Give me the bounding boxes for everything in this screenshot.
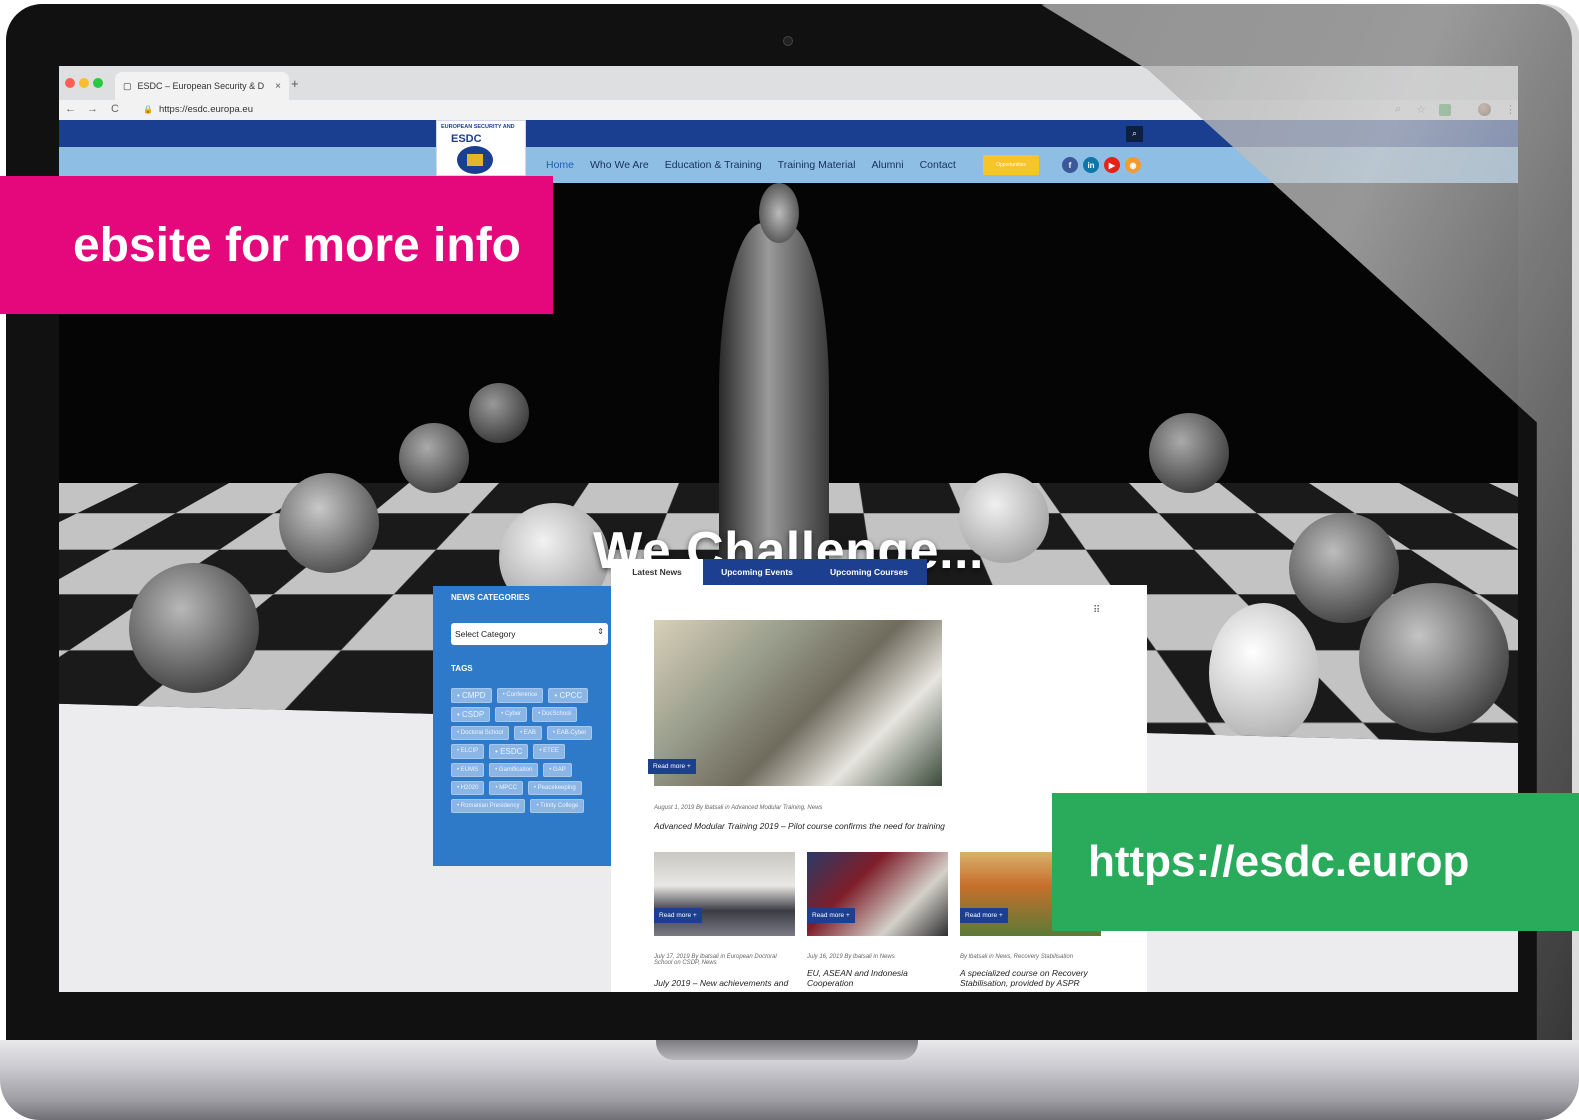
youtube-icon[interactable]: ▶ <box>1104 157 1120 173</box>
esdc-logo[interactable]: EUROPEAN SECURITY AND ESDC <box>436 120 526 176</box>
tag-link[interactable]: CPCC <box>548 688 589 703</box>
tag-link[interactable]: Cyber <box>495 707 528 722</box>
tags-heading: TAGS <box>451 664 473 673</box>
news-headline-link[interactable]: EU, ASEAN and Indonesia Cooperation <box>807 968 922 988</box>
camera-icon <box>783 36 793 46</box>
address-bar: ← → C 🔒 https://esdc.europa.eu ⌕ ☆ ⋮ <box>59 100 1518 120</box>
opportunities-button[interactable]: Opportunities <box>983 155 1039 175</box>
nav-alumni[interactable]: Alumni <box>871 159 903 171</box>
promo-banner-text: ebsite for more info <box>72 218 521 272</box>
chess-pawn-image <box>1359 583 1509 733</box>
profile-avatar[interactable] <box>1478 103 1491 116</box>
tag-link[interactable]: ESDC <box>489 744 529 759</box>
tag-link[interactable]: Conference <box>496 688 544 703</box>
url-text: https://esdc.europa.eu <box>158 104 253 115</box>
browser-menu-icon[interactable]: ⋮ <box>1505 103 1516 116</box>
nav-education-training[interactable]: Education & Training <box>665 159 762 171</box>
close-window-icon[interactable] <box>65 78 75 88</box>
news-categories-heading: NEWS CATEGORIES <box>451 593 530 602</box>
tab-latest-news[interactable]: Latest News <box>611 559 703 585</box>
news-meta: August 1, 2019 By lbatsali in Advanced M… <box>654 805 823 811</box>
reload-button[interactable]: C <box>111 103 119 115</box>
news-photo[interactable] <box>654 620 942 786</box>
extension-icon[interactable] <box>1439 104 1451 116</box>
main-menu: Home Who We Are Education & Training Tra… <box>546 159 956 171</box>
browser-tab-title: ESDC – European Security & D <box>137 81 265 91</box>
lock-icon: 🔒 <box>143 105 153 114</box>
tag-link[interactable]: EUMS <box>451 763 485 777</box>
logo-tagline: EUROPEAN SECURITY AND <box>441 124 515 130</box>
browser-tab-bar: ▢ ESDC – European Security & D × + <box>59 66 1518 100</box>
news-sidebar: NEWS CATEGORIES Select Category ⇕ TAGS C… <box>433 586 611 866</box>
nav-contact[interactable]: Contact <box>920 159 956 171</box>
chess-king-cross-image <box>759 183 799 243</box>
linkedin-icon[interactable]: in <box>1083 157 1099 173</box>
tag-link[interactable]: Romanian Presidency <box>451 799 526 813</box>
tag-link[interactable]: DocSchool <box>532 707 577 722</box>
tab-upcoming-courses[interactable]: Upcoming Courses <box>811 559 927 585</box>
promo-banner-pink: ebsite for more info <box>0 176 553 314</box>
news-meta: July 17, 2019 By lbatsali in European Do… <box>654 954 777 966</box>
tag-link[interactable]: CMPD <box>451 688 492 703</box>
category-select-value: Select Category <box>455 629 516 639</box>
url-banner-green: https://esdc.europ <box>1052 793 1579 931</box>
read-more-button[interactable]: Read more + <box>654 908 702 923</box>
laptop-hinge-notch <box>656 1040 918 1060</box>
tab-upcoming-events[interactable]: Upcoming Events <box>703 559 811 585</box>
zoom-icon[interactable]: ⌕ <box>1395 103 1401 116</box>
facebook-icon[interactable]: f <box>1062 157 1078 173</box>
nav-home[interactable]: Home <box>546 159 574 171</box>
tag-link[interactable]: Peacekeeping <box>527 781 582 795</box>
tag-link[interactable]: EAB.Cyber <box>546 726 593 740</box>
tag-link[interactable]: MPCC <box>489 781 523 795</box>
maximize-window-icon[interactable] <box>93 78 103 88</box>
chess-pawn-image <box>469 383 529 443</box>
nav-who-we-are[interactable]: Who We Are <box>590 159 649 171</box>
logo-emblem-icon <box>457 146 493 174</box>
page-icon: ▢ <box>123 80 132 91</box>
tag-link[interactable]: Trinity College <box>530 799 585 813</box>
forward-button[interactable]: → <box>87 103 98 115</box>
tag-link[interactable]: Gamification <box>489 763 539 777</box>
news-headline-link[interactable]: A specialized course on Recovery Stabili… <box>960 968 1105 988</box>
news-photo[interactable] <box>807 852 948 936</box>
news-headline-link[interactable]: July 2019 – New achievements and <box>654 978 799 988</box>
tag-cloud: CMPD Conference CPCC CSDP Cyber DocSchoo… <box>451 688 601 813</box>
news-meta: By lbatsali in News, Recovery Stabilisat… <box>960 954 1074 960</box>
read-more-button[interactable]: Read more + <box>807 908 855 923</box>
url-field[interactable]: 🔒 https://esdc.europa.eu <box>143 104 253 115</box>
news-tabs: Latest News Upcoming Events Upcoming Cou… <box>611 559 927 585</box>
tag-link[interactable]: CSDP <box>451 707 491 722</box>
chess-pawn-image <box>129 563 259 693</box>
logo-name: ESDC <box>451 133 482 145</box>
tag-link[interactable]: ELCIP <box>451 744 485 759</box>
tab-close-icon[interactable]: × <box>275 81 281 92</box>
tag-link[interactable]: H2020 <box>451 781 485 795</box>
site-top-bar: ⌕ <box>59 120 1518 147</box>
tag-link[interactable]: EAB <box>514 726 542 740</box>
rss-icon[interactable]: ◉ <box>1125 157 1141 173</box>
tag-link[interactable]: Doctoral School <box>451 726 510 740</box>
select-arrows-icon: ⇕ <box>597 627 604 636</box>
nav-training-material[interactable]: Training Material <box>778 159 856 171</box>
back-button[interactable]: ← <box>65 103 76 115</box>
read-more-button[interactable]: Read more + <box>960 908 1008 923</box>
news-photo[interactable] <box>654 852 795 936</box>
minimize-window-icon[interactable] <box>79 78 89 88</box>
chess-pawn-image <box>399 423 469 493</box>
news-meta: July 16, 2019 By lbatsali in News <box>807 954 895 960</box>
tag-link[interactable]: GAP <box>543 763 572 777</box>
chess-pawn-image <box>1149 413 1229 493</box>
browser-tab[interactable]: ▢ ESDC – European Security & D × <box>115 72 289 100</box>
grid-view-icon[interactable]: ⠿ <box>1093 605 1100 616</box>
category-select[interactable]: Select Category ⇕ <box>451 623 608 645</box>
tag-link[interactable]: ETEE <box>533 744 565 759</box>
read-more-button[interactable]: Read more + <box>648 759 696 774</box>
news-headline-link[interactable]: Advanced Modular Training 2019 – Pilot c… <box>654 821 1094 831</box>
url-banner-text: https://esdc.europ <box>1088 837 1470 886</box>
chess-pawn-image <box>1209 603 1319 743</box>
search-icon[interactable]: ⌕ <box>1126 126 1143 142</box>
bookmark-star-icon[interactable]: ☆ <box>1416 103 1426 116</box>
new-tab-button[interactable]: + <box>291 76 299 91</box>
